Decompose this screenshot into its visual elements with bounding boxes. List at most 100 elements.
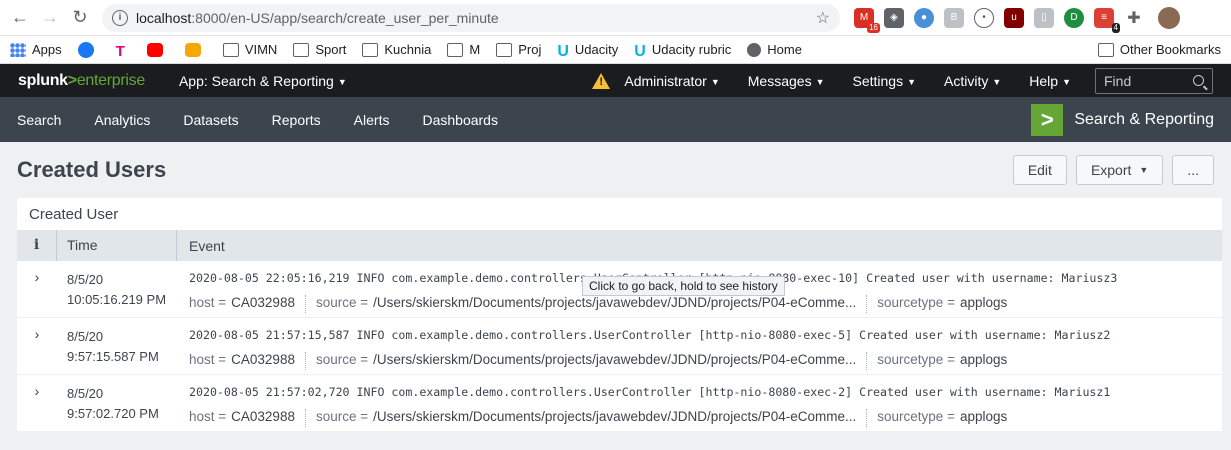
host-value[interactable]: CA032988: [231, 352, 295, 370]
event-time: 8/5/20 9:57:02.720 PM: [67, 386, 159, 421]
bookmark-star-icon[interactable]: ☆: [816, 8, 830, 28]
host-value[interactable]: CA032988: [231, 295, 295, 313]
facebook-icon: [77, 41, 94, 58]
events-panel: Created User i Time Event › 8/5/20 10:05:…: [17, 198, 1222, 432]
host-value[interactable]: CA032988: [231, 409, 295, 427]
event-column-header: Event: [189, 237, 225, 254]
globe-icon: [747, 42, 762, 57]
event-raw: 2020-08-05 21:57:02,720 INFO com.example…: [189, 385, 1111, 399]
app-nav-bar: Search Analytics Datasets Reports Alerts…: [0, 97, 1231, 142]
telekom-icon: T: [115, 42, 125, 60]
find-input[interactable]: Find: [1095, 67, 1213, 94]
nav-dashboards[interactable]: Dashboards: [422, 112, 498, 128]
back-arrow-icon[interactable]: ←: [6, 4, 34, 32]
bookmark-telekom[interactable]: T: [115, 42, 131, 60]
url-path: :8000/en-US/app/search/create_user_per_m…: [191, 9, 499, 26]
puzzle-extensions-icon[interactable]: ✚: [1124, 8, 1144, 28]
table-row: › 8/5/20 9:57:02.720 PM 2020-08-05 21:57:…: [17, 375, 1222, 432]
more-actions-button[interactable]: ...: [1172, 155, 1214, 185]
bookmark-udacity[interactable]: U Udacity: [557, 42, 618, 60]
nav-search[interactable]: Search: [17, 112, 61, 128]
caret-down-icon: ▼: [1062, 76, 1071, 87]
help-menu[interactable]: Help ▼: [1029, 73, 1071, 89]
event-raw: 2020-08-05 21:57:15,587 INFO com.example…: [189, 328, 1111, 342]
folder-icon: [293, 42, 310, 57]
todoist-extension-icon[interactable]: ≡ 4: [1094, 7, 1120, 33]
nav-reports[interactable]: Reports: [272, 112, 321, 128]
nav-datasets[interactable]: Datasets: [183, 112, 238, 128]
forward-arrow-icon[interactable]: →: [36, 4, 64, 32]
caret-down-icon: ▼: [337, 76, 347, 87]
settings-menu[interactable]: Settings ▼: [853, 73, 917, 89]
sourcetype-value[interactable]: applogs: [960, 352, 1007, 370]
bookmark-sport[interactable]: Sport: [293, 42, 346, 57]
back-button-tooltip: Click to go back, hold to see history: [582, 276, 785, 296]
table-header: i Time Event: [17, 230, 1222, 261]
youtube-icon: [146, 42, 163, 57]
bookmark-orange[interactable]: [184, 42, 207, 57]
table-row: › 8/5/20 9:57:15.587 PM 2020-08-05 21:57:…: [17, 318, 1222, 375]
nav-analytics[interactable]: Analytics: [94, 112, 150, 128]
user-menu[interactable]: Administrator ▼: [624, 73, 719, 89]
bookmark-proj[interactable]: Proj: [496, 42, 541, 57]
event-time: 8/5/20 10:05:16.219 PM: [67, 272, 167, 307]
panel-title: Created User: [29, 205, 119, 223]
gmail-extension-icon[interactable]: M 16: [854, 7, 880, 33]
warning-icon[interactable]: !: [592, 72, 611, 89]
expand-chevron-icon[interactable]: ›: [17, 375, 57, 431]
search-icon: [1193, 75, 1204, 86]
source-value[interactable]: /Users/skierskm/Documents/projects/javaw…: [373, 352, 856, 370]
app-menu[interactable]: App: Search & Reporting ▼: [179, 73, 347, 89]
ublock-extension-icon[interactable]: u: [1004, 7, 1024, 28]
sourcetype-value[interactable]: applogs: [960, 295, 1007, 313]
nav-alerts[interactable]: Alerts: [354, 112, 390, 128]
udacity-icon: U: [557, 42, 569, 60]
time-column-header[interactable]: Time: [57, 230, 177, 261]
export-button[interactable]: Export ▼: [1075, 155, 1164, 185]
bookmark-youtube[interactable]: [146, 42, 169, 57]
source-value[interactable]: /Users/skierskm/Documents/projects/javaw…: [373, 409, 856, 427]
messages-menu[interactable]: Messages ▼: [748, 73, 825, 89]
source-value[interactable]: /Users/skierskm/Documents/projects/javaw…: [373, 295, 856, 313]
caret-down-icon: ▼: [992, 76, 1002, 87]
octocat-extension-icon[interactable]: •: [974, 7, 994, 28]
splunk-logo[interactable]: splunk>enterprise: [18, 72, 145, 90]
url-host: localhost: [136, 9, 192, 26]
apps-grid-icon: [10, 42, 26, 57]
bookmark-kuchnia[interactable]: Kuchnia: [362, 42, 431, 57]
activity-menu[interactable]: Activity ▼: [944, 73, 1001, 89]
gray-extension-icon[interactable]: B: [944, 7, 964, 28]
edit-button[interactable]: Edit: [1012, 155, 1067, 185]
bookmark-udacity-rubric[interactable]: U Udacity rubric: [634, 42, 731, 60]
bookmark-other[interactable]: Other Bookmarks: [1097, 42, 1221, 57]
bookmark-home[interactable]: Home: [747, 42, 802, 57]
folder-icon: [496, 42, 513, 57]
clipboard-extension-icon[interactable]: ▯: [1034, 7, 1054, 28]
expand-chevron-icon[interactable]: ›: [17, 261, 57, 317]
bookmark-apps[interactable]: Apps: [10, 42, 62, 57]
profile-avatar[interactable]: [1158, 6, 1180, 29]
udacity-icon: U: [634, 42, 646, 60]
site-info-icon[interactable]: i: [112, 9, 128, 26]
bookmark-facebook[interactable]: [77, 41, 100, 58]
bookmark-m[interactable]: M: [447, 42, 480, 57]
orange-app-icon: [184, 42, 201, 57]
address-bar[interactable]: i localhost:8000/en-US/app/search/create…: [102, 3, 840, 32]
todoist-badge: 4: [1111, 22, 1120, 33]
app-logo-icon: >: [1031, 103, 1064, 136]
shield-extension-icon[interactable]: ◈: [884, 7, 904, 28]
app-brand[interactable]: > Search & Reporting: [1031, 103, 1214, 136]
folder-icon: [362, 42, 379, 57]
blue-circle-extension-icon[interactable]: ●: [914, 7, 934, 28]
info-column-header: i: [17, 230, 57, 261]
sourcetype-value[interactable]: applogs: [960, 409, 1007, 427]
bookmark-vimn[interactable]: VIMN: [222, 42, 277, 57]
caret-down-icon: ▼: [907, 76, 917, 87]
browser-toolbar: ← → ↻ i localhost:8000/en-US/app/search/…: [0, 0, 1231, 36]
expand-chevron-icon[interactable]: ›: [17, 318, 57, 374]
page-title: Created Users: [17, 157, 167, 182]
reload-icon[interactable]: ↻: [66, 4, 94, 32]
green-extension-icon[interactable]: D: [1064, 7, 1084, 28]
bookmarks-bar: Apps T VIMN Sport Kuchnia M Proj U Udacit…: [0, 36, 1231, 64]
gmail-badge: 16: [867, 22, 880, 33]
